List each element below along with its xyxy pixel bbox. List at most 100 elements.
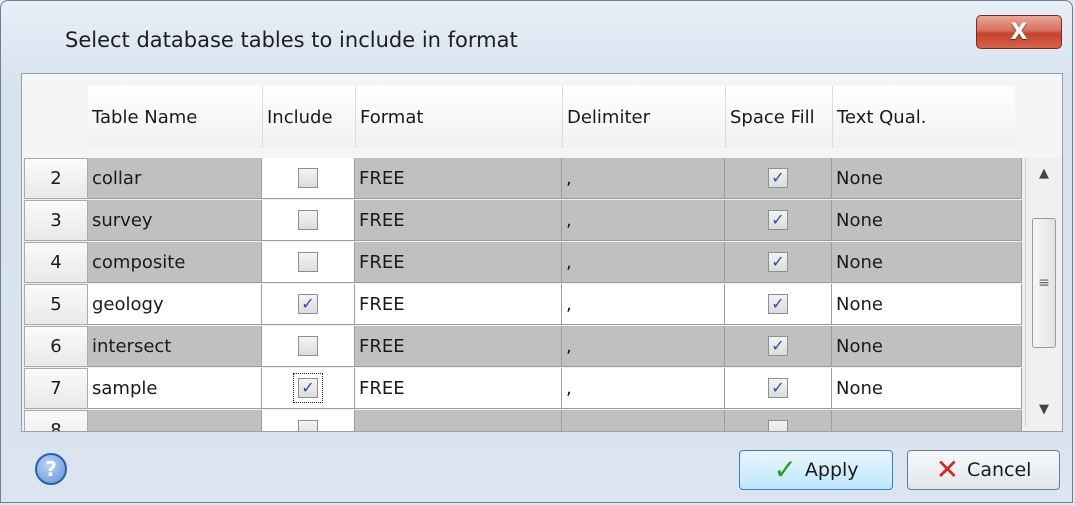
space-fill-checkbox-cell[interactable]: ✓ <box>725 242 832 283</box>
delimiter-cell[interactable]: , <box>562 368 725 409</box>
space-fill-checkbox-cell[interactable] <box>725 410 832 431</box>
include-checkbox-cell[interactable] <box>262 200 355 241</box>
space-fill-checkbox-cell[interactable]: ✓ <box>725 284 832 325</box>
help-icon: ? <box>45 457 57 481</box>
column-header-delimiter[interactable]: Delimiter <box>563 86 725 148</box>
format-cell[interactable]: FREE <box>355 242 562 283</box>
cell-text: , <box>566 293 572 315</box>
column-header-text-qual[interactable]: Text Qual. <box>833 86 1015 148</box>
row-header[interactable]: 7 <box>24 368 88 409</box>
checkbox[interactable] <box>298 168 318 188</box>
check-icon: ✓ <box>773 453 797 486</box>
checkbox[interactable]: ✓ <box>768 210 788 230</box>
delimiter-cell[interactable] <box>562 410 725 431</box>
checkbox[interactable]: ✓ <box>768 336 788 356</box>
checkbox[interactable]: ✓ <box>768 168 788 188</box>
space-fill-checkbox-cell[interactable]: ✓ <box>725 326 832 367</box>
column-header-table-name[interactable]: Table Name <box>88 86 262 148</box>
text-qual-cell[interactable]: None <box>832 326 1022 367</box>
row-header[interactable]: 4 <box>24 242 88 283</box>
include-checkbox-cell[interactable] <box>262 326 355 367</box>
include-checkbox-cell[interactable]: ✓ <box>262 284 355 325</box>
cell-text: None <box>836 209 883 231</box>
table-name-cell[interactable]: geology <box>88 284 262 325</box>
table-row[interactable] <box>88 410 1022 431</box>
table-row[interactable]: composite FREE, ✓ None <box>88 242 1022 283</box>
format-cell[interactable]: FREE <box>355 200 562 241</box>
scroll-thumb[interactable]: ≡ <box>1032 218 1056 348</box>
row-header[interactable]: 8 <box>24 410 88 431</box>
format-cell[interactable]: FREE <box>355 284 562 325</box>
column-header-include[interactable]: Include <box>263 86 355 148</box>
cancel-button[interactable]: ✕ Cancel <box>907 450 1060 490</box>
cell-text: , <box>566 209 572 231</box>
table-row[interactable]: intersect FREE, ✓ None <box>88 326 1022 367</box>
apply-label: Apply <box>804 459 859 481</box>
row-header[interactable]: 6 <box>24 326 88 367</box>
grip-icon: ≡ <box>1038 275 1050 291</box>
cell-text: FREE <box>359 377 405 399</box>
table-row[interactable]: collar FREE, ✓ None <box>88 158 1022 199</box>
scroll-down-icon[interactable]: ▼ <box>1026 394 1062 424</box>
checkbox[interactable] <box>298 336 318 356</box>
checkbox[interactable] <box>768 420 788 431</box>
delimiter-cell[interactable]: , <box>562 326 725 367</box>
text-qual-cell[interactable]: None <box>832 284 1022 325</box>
format-cell[interactable] <box>355 410 562 431</box>
text-qual-cell[interactable]: None <box>832 242 1022 283</box>
text-qual-cell[interactable]: None <box>832 158 1022 199</box>
checkbox[interactable]: ✓ <box>298 294 318 314</box>
table-row[interactable]: sample ✓ FREE, ✓ None <box>88 368 1022 409</box>
row-header[interactable]: 5 <box>24 284 88 325</box>
row-header[interactable]: 3 <box>24 200 88 241</box>
vertical-scrollbar[interactable]: ▲ ≡ ▼ <box>1025 158 1062 426</box>
cancel-label: Cancel <box>967 459 1032 481</box>
include-checkbox-cell[interactable] <box>262 242 355 283</box>
column-header-format[interactable]: Format <box>356 86 562 148</box>
checkbox[interactable] <box>298 420 318 431</box>
delimiter-cell[interactable]: , <box>562 200 725 241</box>
space-fill-checkbox-cell[interactable]: ✓ <box>725 368 832 409</box>
table-name-cell[interactable]: survey <box>88 200 262 241</box>
space-fill-checkbox-cell[interactable]: ✓ <box>725 158 832 199</box>
table-name-cell[interactable]: intersect <box>88 326 262 367</box>
dialog-title: Select database tables to include in for… <box>65 28 518 52</box>
include-checkbox-cell[interactable] <box>262 158 355 199</box>
delimiter-cell[interactable]: , <box>562 158 725 199</box>
help-button[interactable]: ? <box>35 453 67 485</box>
cell-text: FREE <box>359 335 405 357</box>
cell-text: , <box>566 335 572 357</box>
text-qual-cell[interactable]: None <box>832 368 1022 409</box>
delimiter-cell[interactable]: , <box>562 242 725 283</box>
cell-text: , <box>566 167 572 189</box>
cell-text: FREE <box>359 209 405 231</box>
table-name-cell[interactable] <box>88 410 262 431</box>
include-checkbox-cell[interactable]: ✓ <box>262 368 355 409</box>
column-header-space-fill[interactable]: Space Fill <box>726 86 832 148</box>
checkbox[interactable]: ✓ <box>768 294 788 314</box>
scroll-up-icon[interactable]: ▲ <box>1026 158 1062 188</box>
table-row[interactable]: geology ✓ FREE, ✓ None <box>88 284 1022 325</box>
cell-text: intersect <box>92 335 172 357</box>
cell-text: None <box>836 251 883 273</box>
close-button[interactable]: X <box>976 15 1062 49</box>
format-cell[interactable]: FREE <box>355 326 562 367</box>
text-qual-cell[interactable] <box>832 410 1022 431</box>
table-name-cell[interactable]: collar <box>88 158 262 199</box>
format-cell[interactable]: FREE <box>355 368 562 409</box>
checkbox[interactable] <box>298 210 318 230</box>
checkbox[interactable]: ✓ <box>293 373 323 403</box>
checkbox[interactable]: ✓ <box>768 252 788 272</box>
space-fill-checkbox-cell[interactable]: ✓ <box>725 200 832 241</box>
table-row[interactable]: survey FREE, ✓ None <box>88 200 1022 241</box>
row-header[interactable]: 2 <box>24 158 88 199</box>
table-name-cell[interactable]: composite <box>88 242 262 283</box>
delimiter-cell[interactable]: , <box>562 284 725 325</box>
apply-button[interactable]: ✓ Apply <box>739 450 893 490</box>
format-cell[interactable]: FREE <box>355 158 562 199</box>
checkbox[interactable] <box>298 252 318 272</box>
checkbox[interactable]: ✓ <box>768 378 788 398</box>
text-qual-cell[interactable]: None <box>832 200 1022 241</box>
table-name-cell[interactable]: sample <box>88 368 262 409</box>
include-checkbox-cell[interactable] <box>262 410 355 431</box>
